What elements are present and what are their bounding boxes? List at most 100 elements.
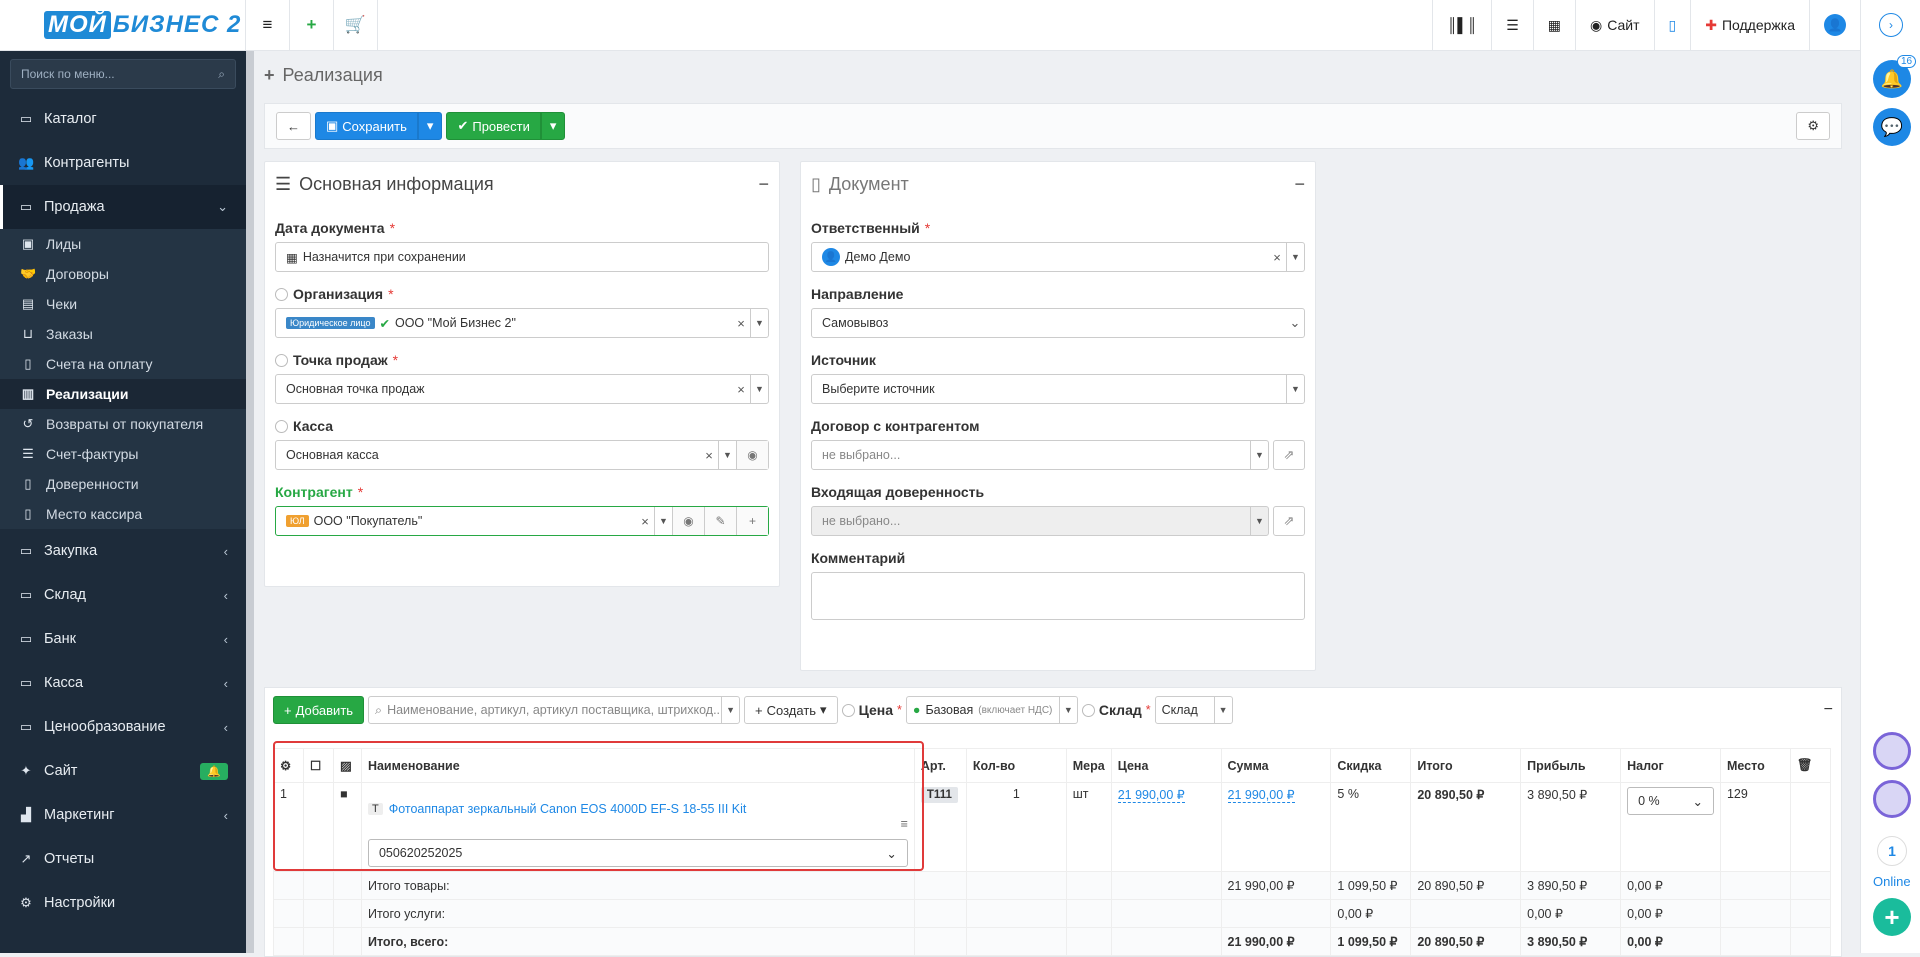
sidebar-sub-invoices[interactable]: ▯ Счета на оплату [0,349,246,379]
comment-textarea[interactable] [811,572,1305,620]
item-discount[interactable]: 5 % [1330,782,1412,872]
plus-icon[interactable]: + [736,507,768,535]
clear-icon[interactable]: × [1268,250,1286,265]
contract-select[interactable]: не выбрано... ▼ [811,440,1269,470]
settings-gears-button[interactable]: ⚙ [1796,112,1830,140]
caret-down-icon[interactable]: ▼ [1286,375,1304,403]
sidebar-item-catalog[interactable]: ▭ Каталог [0,97,246,141]
sidebar-sub-invoice-facts[interactable]: ☰ Счет-фактуры [0,439,246,469]
caret-down-icon[interactable]: ▼ [718,441,736,469]
menu-toggle-icon[interactable]: ≡ [246,0,290,51]
list-icon[interactable]: ☰ [1491,0,1533,51]
sidebar-scrollbar[interactable] [246,51,254,953]
menu-icon[interactable]: ≡ [901,817,908,831]
logo[interactable]: МОЙ БИЗНЕС 2 [0,0,246,51]
caret-down-icon[interactable]: ▼ [1058,696,1077,724]
sidebar-sub-contracts[interactable]: 🤝 Договоры [0,259,246,289]
sidebar-sub-leads[interactable]: ▣ Лиды [0,229,246,259]
item-search-input[interactable]: ⌕ Наименование, артикул, артикул поставщи… [368,696,741,724]
pos-select[interactable]: Основная точка продаж × ▼ [275,374,769,404]
sidebar-item-warehouse[interactable]: ▭ Склад ‹ [0,573,246,617]
create-button[interactable]: + Создать ▾ [744,696,838,724]
serial-select[interactable]: 050620252025 ⌄ [367,839,908,867]
mobile-icon[interactable]: ▯ [1653,0,1691,51]
sidebar-item-site[interactable]: ✦ Сайт 🔔 [0,749,246,793]
caret-down-icon[interactable]: ▼ [1213,696,1232,724]
sidebar-search-input[interactable]: Поиск по меню... ⌕ [10,59,236,89]
caret-down-icon[interactable]: ▼ [654,507,672,535]
item-sum[interactable]: 21 990,00 ₽ [1227,788,1295,803]
clear-icon[interactable]: × [700,448,718,463]
clear-icon[interactable]: × [636,514,654,529]
edit-icon[interactable]: ✎ [704,507,736,535]
item-name-link[interactable]: Фотоаппарат зеркальный Canon EOS 4000D E… [389,802,747,816]
eye-icon[interactable]: ◉ [736,441,768,469]
sidebar-sub-cashier[interactable]: ▯ Место кассира [0,499,246,529]
collapse-icon[interactable]: − [1294,174,1305,195]
user-menu[interactable]: 👤 [1809,0,1860,51]
eye-icon[interactable]: ◉ [672,507,704,535]
collapse-right-icon[interactable]: › [1879,13,1903,37]
sidebar-item-contractors[interactable]: 👥 Контрагенты [0,141,246,185]
cash-select[interactable]: Основная касса × ▼ ◉ [275,440,769,470]
collapse-icon[interactable]: − [758,174,769,195]
sidebar-sub-receipts[interactable]: ▤ Чеки [0,289,246,319]
caret-down-icon[interactable]: ▼ [1250,507,1268,535]
sidebar-item-cash[interactable]: ▭ Касса ‹ [0,661,246,705]
trash-icon[interactable]: 🗑 [1789,748,1832,783]
sidebar-item-bank[interactable]: ▭ Банк ‹ [0,617,246,661]
sidebar-item-settings[interactable]: ⚙ Настройки [0,881,246,925]
contractor-select[interactable]: ЮЛ ООО "Покупатель" × ▼ ◉ ✎ + [275,506,769,536]
support-link[interactable]: ✚ Поддержка [1690,0,1809,51]
sidebar-sub-proxies[interactable]: ▯ Доверенности [0,469,246,499]
assistant-2-icon[interactable] [1873,780,1911,818]
assistant-icon[interactable] [1873,732,1911,770]
barcode-icon[interactable]: ║▌║ [1432,0,1491,51]
clear-icon[interactable]: × [732,316,750,331]
chat-icon[interactable]: 💬 [1873,108,1911,146]
select-all-checkbox[interactable]: ☐ [302,748,334,783]
sidebar-item-purchase[interactable]: ▭ Закупка ‹ [0,529,246,573]
responsible-select[interactable]: 👤 Демо Демо × ▼ [811,242,1305,272]
calendar-icon[interactable]: ▦ [1532,0,1575,51]
item-qty[interactable]: 1 [965,782,1067,872]
direction-select[interactable]: Самовывоз ⌄ [811,308,1305,338]
sidebar-sub-returns[interactable]: ↺ Возвраты от покупателя [0,409,246,439]
clear-icon[interactable]: × [732,382,750,397]
save-dropdown-button[interactable]: ▾ [417,112,443,140]
add-item-button[interactable]: + Добавить [273,696,365,724]
sidebar-sub-realizations[interactable]: ▥ Реализации [0,379,246,409]
caret-down-icon[interactable]: ▼ [721,696,739,724]
stock-select[interactable]: Склад ▼ [1154,696,1233,724]
sidebar-item-sales[interactable]: ▭ Продажа ⌄ [0,185,246,229]
tax-select[interactable]: 0 % ⌄ [1627,787,1714,815]
source-select[interactable]: Выберите источник ▼ [811,374,1305,404]
cart-icon[interactable]: 🛒 [334,0,378,51]
sidebar-sub-orders[interactable]: ⊔ Заказы [0,319,246,349]
table-settings-icon[interactable]: ⚙ [273,748,304,783]
post-button[interactable]: ✔ Провести [446,112,541,140]
price-type-select[interactable]: ● Базовая (включает НДС) ▼ [905,696,1078,724]
post-dropdown-button[interactable]: ▾ [540,112,566,140]
add-fab-icon[interactable]: + [1873,898,1911,936]
date-field[interactable]: ▦ Назначится при сохранении [275,242,769,272]
sidebar-item-marketing[interactable]: ▟ Маркетинг ‹ [0,793,246,837]
collapse-icon[interactable]: − [1824,701,1833,719]
external-link-icon[interactable]: ⇗ [1273,440,1305,470]
plus-icon[interactable]: + [290,0,334,51]
caret-down-icon[interactable]: ▼ [750,375,768,403]
proxy-select[interactable]: не выбрано... ▼ [811,506,1269,536]
item-price[interactable]: 21 990,00 ₽ [1117,788,1185,803]
online-count[interactable]: 1 [1877,836,1907,866]
external-link-icon[interactable]: ⇗ [1273,506,1305,536]
back-button[interactable]: ← [276,112,311,140]
site-link[interactable]: ◉ Сайт [1574,0,1654,51]
caret-down-icon[interactable]: ▼ [1250,441,1268,469]
caret-down-icon[interactable]: ▼ [750,309,768,337]
row-checkbox[interactable] [302,782,334,872]
caret-down-icon[interactable]: ▼ [1286,243,1304,271]
org-select[interactable]: Юридическое лицо ✔ ООО "Мой Бизнес 2" × ▼ [275,308,769,338]
save-button[interactable]: ▣ Сохранить [315,112,418,140]
sidebar-item-pricing[interactable]: ▭ Ценообразование ‹ [0,705,246,749]
sidebar-item-reports[interactable]: ↗ Отчеты [0,837,246,881]
